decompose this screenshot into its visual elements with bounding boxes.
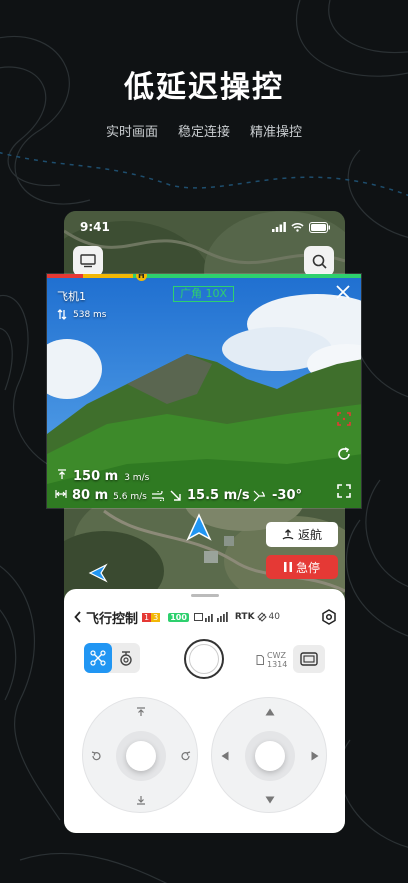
rtk-label: RTK	[234, 612, 255, 622]
backward-arrow-icon	[265, 796, 275, 804]
emergency-stop-button[interactable]: 急停	[266, 555, 338, 579]
height-value: 150 m	[73, 469, 119, 484]
height-readout: 150 m 3 m/s	[57, 469, 149, 484]
return-home-label: 返航	[297, 528, 322, 542]
height-icon	[58, 469, 66, 479]
right-joystick-knob[interactable]	[255, 741, 285, 771]
emergency-stop-label: 急停	[295, 560, 320, 575]
focus-frame-icon[interactable]	[337, 412, 351, 426]
wind-icon	[152, 490, 164, 501]
left-joystick-knob[interactable]	[126, 741, 156, 771]
aircraft-mode-button[interactable]	[84, 643, 112, 673]
latency-icon	[57, 309, 67, 320]
refresh-icon[interactable]	[337, 447, 351, 461]
progress-warning-segment	[83, 274, 133, 278]
descend-icon	[137, 796, 145, 805]
distance-readout: 80 m 5.6 m/s	[55, 488, 147, 503]
fullscreen-icon[interactable]	[337, 484, 351, 498]
return-home-icon	[282, 528, 294, 540]
screen-icon	[300, 652, 318, 666]
latency-value: 538 ms	[73, 309, 107, 320]
panel-title: 飞行控制	[86, 611, 139, 627]
control-mode-toggle	[84, 643, 140, 673]
wind-speed-value: 15.5 m/s	[187, 488, 250, 503]
pause-icon	[283, 562, 292, 572]
panel-header: 飞行控制 1 3 100 RTK 40	[74, 607, 337, 627]
image-signal-icon	[216, 612, 228, 622]
storage-info: CWZ 1314	[256, 651, 287, 669]
right-joystick[interactable]	[211, 697, 327, 813]
feature-stable: 稳定连接	[177, 125, 230, 140]
storage-line-2: 1314	[267, 660, 288, 669]
gimbal-pitch-icon	[253, 490, 265, 501]
drone-icon	[90, 650, 106, 666]
back-icon[interactable]	[74, 611, 82, 623]
panel-drag-handle[interactable]	[191, 594, 219, 597]
left-arrow-icon	[221, 751, 229, 761]
left-joystick[interactable]	[82, 697, 198, 813]
status-bar: 9:41	[64, 217, 345, 237]
live-video-feed[interactable]: H 飞机1 538 ms 广角 10X 150 m 3 m/s 80 m 5.6…	[46, 273, 362, 509]
latency-readout: 538 ms	[57, 309, 107, 320]
forward-arrow-icon	[265, 708, 275, 716]
battery-icon	[309, 221, 330, 233]
sd-card-icon	[256, 655, 264, 665]
alert-badge-red: 1	[142, 612, 152, 622]
aircraft-name: 飞机1	[57, 290, 86, 303]
gimbal-readout: -30°	[253, 488, 302, 503]
route-progress-bar: H	[47, 274, 361, 281]
feature-precise: 精准操控	[250, 125, 303, 140]
gimbal-pitch-value: -30°	[272, 488, 302, 503]
storage-line-1: CWZ	[267, 651, 286, 660]
settings-icon[interactable]	[321, 609, 337, 625]
wind-readout: 15.5 m/s	[151, 488, 250, 503]
remote-signal-icon	[193, 613, 213, 622]
map-layer-button[interactable]	[73, 246, 103, 276]
wifi-icon	[291, 222, 304, 232]
right-arrow-icon	[311, 751, 319, 761]
rotate-left-icon	[91, 751, 101, 761]
status-icons	[272, 221, 331, 233]
distance-icon	[55, 490, 67, 498]
promo-features: 实时画面 稳定连接 精准操控	[0, 121, 408, 140]
alert-badge-yellow: 3	[151, 612, 161, 622]
aircraft-marker-icon	[186, 513, 212, 541]
shutter-button[interactable]	[184, 639, 224, 679]
search-icon	[312, 254, 327, 269]
view-switch-button[interactable]	[293, 645, 325, 673]
status-time: 9:41	[80, 220, 110, 234]
rotate-right-icon	[181, 751, 191, 761]
gimbal-mode-button[interactable]	[112, 643, 140, 673]
flight-control-panel: 飞行控制 1 3 100 RTK 40 CWZ 1314	[64, 589, 345, 833]
return-home-button[interactable]: 返航	[266, 522, 338, 547]
ascend-icon	[137, 707, 145, 716]
lens-zoom-tag[interactable]: 广角 10X	[173, 286, 235, 302]
shutter-inner	[189, 644, 219, 674]
satellite-icon	[256, 612, 267, 622]
close-icon[interactable]	[335, 284, 351, 300]
horizontal-speed-value: 5.6 m/s	[113, 492, 147, 502]
promo-headline: 低延迟操控	[124, 70, 284, 105]
wind-direction-arrow-icon	[170, 490, 181, 501]
signal-icon	[272, 222, 286, 232]
progress-danger-segment	[47, 274, 83, 278]
storage-text: CWZ 1314	[267, 651, 287, 669]
map-search-button[interactable]	[304, 246, 334, 276]
feature-realtime: 实时画面	[105, 125, 158, 140]
gimbal-camera-icon	[120, 651, 132, 666]
distance-value: 80 m	[72, 488, 109, 503]
layers-icon	[80, 254, 96, 268]
home-direction-icon	[88, 563, 108, 583]
battery-level: 100	[168, 612, 189, 622]
vertical-speed-value: 3 m/s	[124, 473, 150, 483]
satellite-count: 40	[268, 612, 280, 622]
